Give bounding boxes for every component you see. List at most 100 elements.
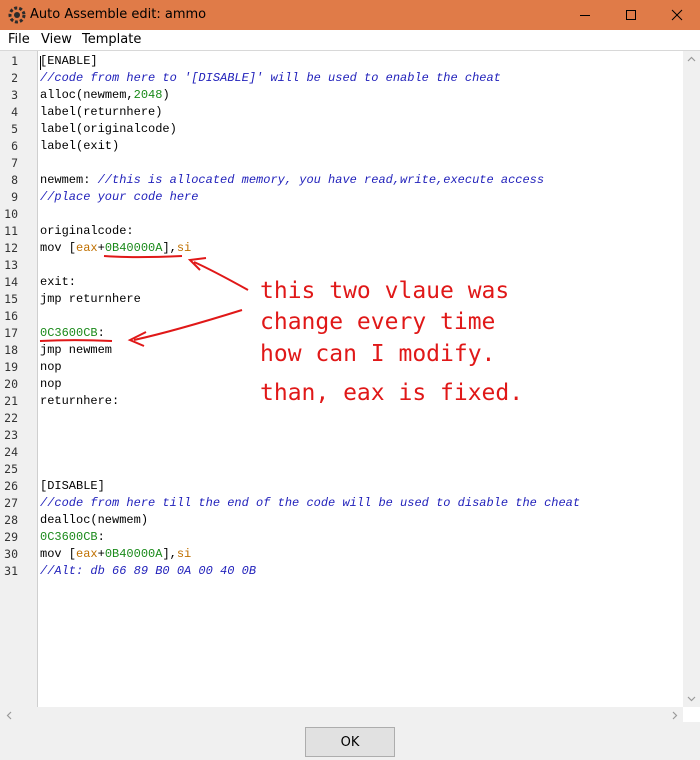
code-line[interactable]: //Alt: db 66 89 B0 0A 00 40 0B: [40, 563, 256, 580]
code-token: 0C3600CB: [40, 326, 98, 340]
code-line[interactable]: alloc(newmem,2048): [40, 87, 170, 104]
line-number: 10: [4, 207, 18, 221]
code-token: newmem:: [40, 173, 98, 187]
code-token: returnhere:: [40, 394, 120, 408]
code-line[interactable]: jmp returnhere: [40, 291, 141, 308]
code-token: mov [: [40, 547, 77, 561]
vertical-scrollbar[interactable]: [683, 51, 700, 707]
code-token: si: [176, 547, 192, 561]
code-line[interactable]: mov [eax+0B40000A],si: [40, 240, 191, 257]
code-token: //code from here to '[DISABLE]' will be …: [40, 71, 501, 85]
menu-file[interactable]: File: [8, 32, 30, 47]
code-token: //Alt: db 66 89 B0 0A 00 40 0B: [40, 564, 257, 578]
code-line[interactable]: nop: [40, 376, 62, 393]
code-token: ): [162, 88, 170, 102]
code-token: exit:: [40, 275, 77, 289]
code-token: nop: [40, 377, 62, 391]
line-number: 21: [4, 394, 18, 408]
code-line[interactable]: //code from here till the end of the cod…: [40, 495, 580, 512]
code-line[interactable]: 0C3600CB:: [40, 529, 105, 546]
menu-bar: File View Template: [0, 30, 700, 50]
menu-template[interactable]: Template: [82, 32, 141, 47]
code-token: mov [: [40, 241, 77, 255]
code-token: eax: [76, 547, 98, 561]
line-number: 3: [11, 88, 18, 102]
code-line[interactable]: returnhere:: [40, 393, 119, 410]
code-token: (newmem,: [76, 88, 134, 102]
scroll-down-arrow-icon[interactable]: [683, 691, 700, 707]
code-line[interactable]: exit:: [40, 274, 76, 291]
line-number: 16: [4, 309, 18, 323]
minimize-button[interactable]: [562, 0, 608, 30]
line-number: 30: [4, 547, 18, 561]
line-number: 22: [4, 411, 18, 425]
text-caret: [40, 56, 41, 70]
scroll-left-arrow-icon[interactable]: [0, 707, 17, 723]
menu-view[interactable]: View: [41, 32, 72, 47]
line-number: 1: [11, 54, 18, 68]
code-token: ],: [162, 547, 177, 561]
code-line[interactable]: newmem: //this is allocated memory, you …: [40, 172, 544, 189]
annotation-line: this two vlaue was: [260, 278, 510, 304]
code-token: 2048: [133, 88, 163, 102]
code-token: nop: [40, 360, 62, 374]
code-token: [ENABLE]: [40, 54, 98, 68]
annotation-line: than, eax is fixed.: [260, 380, 524, 406]
line-number: 6: [11, 139, 18, 153]
code-token: :: [97, 530, 105, 544]
code-token: jmp returnhere: [40, 292, 141, 306]
code-line[interactable]: mov [eax+0B40000A],si: [40, 546, 191, 563]
line-number: 23: [4, 428, 18, 442]
cheat-engine-icon: [8, 6, 26, 24]
scroll-right-arrow-icon[interactable]: [666, 707, 683, 723]
code-token: jmp newmem: [40, 343, 113, 357]
line-number: 28: [4, 513, 18, 527]
code-token: label(exit): [40, 139, 120, 153]
code-token: +: [97, 241, 105, 255]
code-line[interactable]: //place your code here: [40, 189, 198, 206]
code-line[interactable]: label(returnhere): [40, 104, 162, 121]
close-button[interactable]: [654, 0, 700, 30]
code-token: label(originalcode): [40, 122, 177, 136]
code-token: eax: [76, 241, 98, 255]
minimize-icon: [580, 15, 590, 16]
line-number: 8: [11, 173, 18, 187]
horizontal-scrollbar[interactable]: [0, 707, 683, 723]
line-number: 31: [4, 564, 18, 578]
line-number: 7: [11, 156, 18, 170]
annotation-line: change every time: [260, 309, 496, 335]
code-token: //place your code here: [40, 190, 199, 204]
annotation-line: how can I modify.: [260, 341, 496, 367]
code-token: originalcode:: [40, 224, 134, 238]
code-line[interactable]: [DISABLE]: [40, 478, 105, 495]
line-number: 15: [4, 292, 18, 306]
line-number: 9: [11, 190, 18, 204]
line-number: 25: [4, 462, 18, 476]
code-token: alloc: [40, 88, 77, 102]
line-number: 5: [11, 122, 18, 136]
line-number: 18: [4, 343, 18, 357]
code-token: //code from here till the end of the cod…: [40, 496, 581, 510]
title-bar[interactable]: Auto Assemble edit: ammo: [0, 0, 700, 30]
code-line[interactable]: nop: [40, 359, 62, 376]
line-number: 14: [4, 275, 18, 289]
code-line[interactable]: //code from here to '[DISABLE]' will be …: [40, 70, 501, 87]
code-line[interactable]: label(originalcode): [40, 121, 177, 138]
code-token: :: [97, 326, 105, 340]
code-line[interactable]: jmp newmem: [40, 342, 112, 359]
code-token: dealloc(newmem): [40, 513, 149, 527]
maximize-button[interactable]: [608, 0, 654, 30]
scroll-up-arrow-icon[interactable]: [683, 51, 700, 67]
code-line[interactable]: originalcode:: [40, 223, 134, 240]
code-line[interactable]: 0C3600CB:: [40, 325, 105, 342]
annotation-note: this two vlaue was change every time how…: [260, 278, 580, 418]
line-number: 24: [4, 445, 18, 459]
ok-button[interactable]: OK: [305, 727, 395, 757]
code-line[interactable]: label(exit): [40, 138, 119, 155]
code-line[interactable]: [ENABLE]: [40, 53, 98, 70]
code-line[interactable]: dealloc(newmem): [40, 512, 148, 529]
line-number: 12: [4, 241, 18, 255]
dialog-footer: OK: [0, 722, 700, 760]
line-number: 20: [4, 377, 18, 391]
line-number: 26: [4, 479, 18, 493]
